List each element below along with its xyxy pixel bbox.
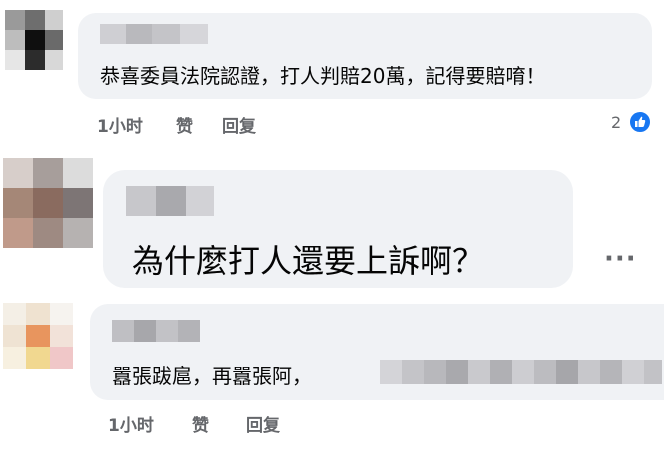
reply-button[interactable]: 回复 <box>222 112 256 137</box>
author-name[interactable] <box>100 22 210 46</box>
like-thumbs-up-icon[interactable] <box>628 110 652 134</box>
comment-time[interactable]: 1小时 <box>108 411 154 436</box>
avatar[interactable] <box>5 10 63 70</box>
reply-button[interactable]: 回复 <box>246 411 280 436</box>
more-options-icon[interactable]: ··· <box>604 244 637 274</box>
avatar[interactable] <box>3 158 93 248</box>
like-button[interactable]: 赞 <box>176 112 193 137</box>
comment-text: 恭喜委員法院認證，打人判賠20萬，記得要賠唷！ <box>100 64 546 88</box>
comment-time[interactable]: 1小时 <box>97 112 143 137</box>
avatar[interactable] <box>3 303 73 369</box>
reaction-count[interactable]: 2 <box>611 113 621 132</box>
comment-text: 為什麼打人還要上訴啊？ <box>132 242 485 280</box>
author-name[interactable] <box>112 318 202 348</box>
author-name[interactable] <box>126 186 216 220</box>
like-button[interactable]: 赞 <box>192 411 209 436</box>
comment-text: 囂張跋扈，再囂張阿， <box>112 364 312 388</box>
blurred-text <box>380 354 662 390</box>
